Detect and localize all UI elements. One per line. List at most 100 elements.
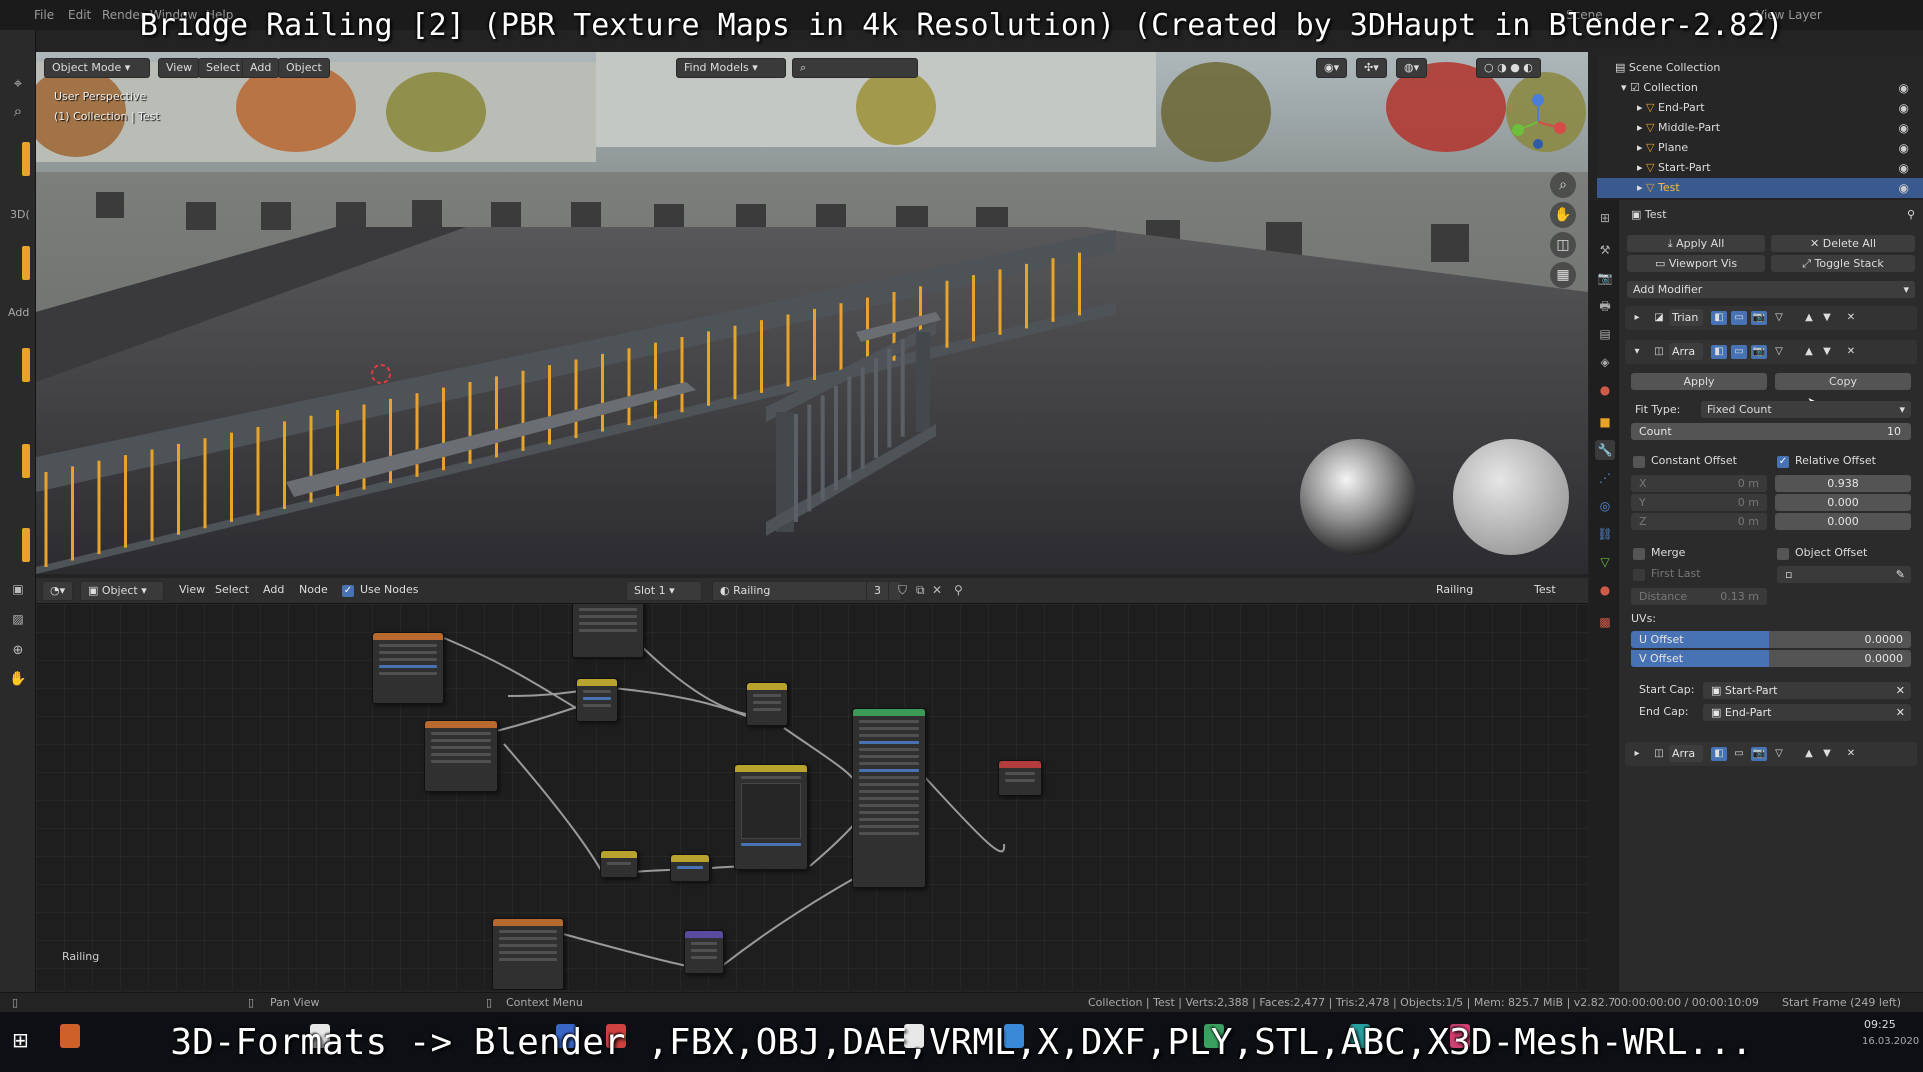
node-math-1[interactable]	[600, 850, 638, 878]
find-models-dropdown[interactable]: Find Models ▾	[676, 58, 786, 78]
duplicate-material-icon[interactable]: ⧉	[916, 583, 925, 598]
toggle-stack-button[interactable]: ⤢ Toggle Stack	[1771, 255, 1915, 272]
close-icon[interactable]: ✕	[1843, 747, 1859, 761]
eye-icon[interactable]: ◉	[1899, 138, 1909, 158]
overlay-icon[interactable]: ◍▾	[1396, 58, 1428, 78]
distance-field[interactable]: Distance 0.13 m	[1631, 588, 1767, 605]
move-up-icon[interactable]: ▲	[1801, 345, 1817, 359]
ortho-grid-icon[interactable]: ▦	[1550, 262, 1576, 288]
expand-arrow-icon[interactable]: ▸	[1629, 747, 1645, 761]
constant-x-field[interactable]: X 0 m	[1631, 475, 1767, 492]
slot-dropdown[interactable]: Slot 1 ▾	[626, 581, 702, 601]
relative-z-field[interactable]: 0.000	[1775, 513, 1911, 530]
cage-icon[interactable]: ▽	[1771, 345, 1787, 359]
texture-icon[interactable]: ▩	[1595, 612, 1615, 632]
move-up-icon[interactable]: ▲	[1801, 747, 1817, 761]
scene-icon[interactable]: ◈	[1595, 352, 1615, 372]
edit-mode-icon[interactable]: ◧	[1711, 747, 1727, 761]
viewport-display-icon[interactable]: ▭	[1731, 345, 1747, 359]
first-last-checkbox[interactable]	[1633, 569, 1645, 581]
node-image-texture-3[interactable]	[492, 918, 564, 990]
node-editor-type-icon[interactable]: ▣	[6, 578, 30, 600]
viewport-menu-view[interactable]: View	[158, 58, 201, 78]
object-offset-checkbox[interactable]	[1777, 548, 1789, 560]
edit-mode-icon[interactable]: ◧	[1711, 345, 1727, 359]
u-offset-slider[interactable]: U Offset 0.0000	[1631, 631, 1911, 648]
render-icon[interactable]: 📷	[1595, 268, 1615, 288]
move-tool-icon[interactable]	[22, 142, 30, 176]
use-nodes-checkbox[interactable]: ✓	[342, 585, 354, 597]
node-math-2[interactable]	[670, 854, 710, 882]
constant-offset-checkbox[interactable]	[1633, 456, 1645, 468]
copy-button[interactable]: Copy	[1775, 373, 1911, 390]
viewport-display-icon[interactable]: ▭	[1731, 311, 1747, 325]
node-rgb-curves[interactable]	[734, 764, 808, 870]
delete-all-button[interactable]: ✕ Delete All	[1771, 235, 1915, 252]
search-icon[interactable]: ⌕	[6, 100, 30, 122]
shader-type-dropdown[interactable]: ▣ Object ▾	[80, 581, 164, 601]
modifier-triangulate-header[interactable]: ▸ ◪ Trian ◧ ▭ 📷 ▽ ▲ ▼ ✕	[1625, 306, 1917, 330]
cage-icon[interactable]: ▽	[1771, 747, 1787, 761]
zoom-view-icon[interactable]: ⌕	[1550, 172, 1576, 198]
offset-object-field[interactable]: ▫ ✎	[1777, 566, 1911, 583]
node-principled-bsdf[interactable]	[852, 708, 926, 888]
clear-icon[interactable]: ✕	[1896, 682, 1905, 699]
modifier-name-field[interactable]: Trian	[1669, 309, 1703, 326]
pan-view-icon[interactable]: ✋	[1550, 202, 1576, 228]
render-display-icon[interactable]: 📷	[1751, 747, 1767, 761]
pin-icon[interactable]: ⚲	[1907, 206, 1915, 224]
fit-type-dropdown[interactable]: Fixed Count ▾	[1701, 401, 1911, 418]
zoom-icon[interactable]: ⊕	[6, 640, 30, 662]
physics-icon[interactable]: ◎	[1595, 496, 1615, 516]
hand-icon[interactable]: ✋	[6, 668, 30, 690]
cursor-tool-icon[interactable]: ⌖	[6, 72, 30, 94]
eyedropper-icon[interactable]: ✎	[1896, 566, 1905, 583]
viewport-display-icon[interactable]: ▭	[1731, 747, 1747, 761]
outliner-item[interactable]: ▸ ▽ Middle-Part ◉	[1597, 118, 1923, 138]
tool-settings-icon[interactable]: ⚒	[1595, 240, 1615, 260]
data-icon[interactable]: ▽	[1595, 552, 1615, 572]
add-modifier-dropdown[interactable]: Add Modifier ▾	[1627, 281, 1915, 298]
object-icon[interactable]: ■	[1595, 412, 1615, 432]
modifier-name-field[interactable]: Arra	[1669, 745, 1703, 762]
node-mix-1[interactable]	[576, 678, 618, 722]
count-field[interactable]: Count 10	[1631, 423, 1911, 440]
material-user-count[interactable]: 3	[866, 581, 889, 601]
world-icon[interactable]: ●	[1595, 380, 1615, 400]
node-image-texture-1[interactable]	[372, 632, 444, 704]
constant-z-field[interactable]: Z 0 m	[1631, 513, 1767, 530]
image-icon[interactable]: ▨	[6, 608, 30, 630]
cage-icon[interactable]: ▽	[1771, 311, 1787, 325]
viewport-menu-add[interactable]: Add	[242, 58, 280, 78]
node-normal-map[interactable]	[684, 930, 724, 974]
v-offset-slider[interactable]: V Offset 0.0000	[1631, 650, 1911, 667]
outliner-item[interactable]: ▸ ▽ Plane ◉	[1597, 138, 1923, 158]
node-menu-node[interactable]: Node	[292, 581, 335, 601]
eye-icon[interactable]: ◉	[1899, 158, 1909, 178]
visibility-icon[interactable]: ◉▾	[1316, 58, 1348, 78]
transform-tool-icon[interactable]	[22, 444, 30, 478]
node-texture-coordinate[interactable]	[572, 604, 644, 658]
relative-offset-checkbox[interactable]: ✓	[1777, 456, 1789, 468]
node-mix-2[interactable]	[746, 682, 788, 726]
search-input[interactable]: ⌕	[792, 58, 918, 78]
collapse-arrow-icon[interactable]: ▾	[1629, 345, 1645, 359]
move-down-icon[interactable]: ▼	[1819, 747, 1835, 761]
node-menu-select[interactable]: Select	[208, 581, 256, 601]
camera-view-icon[interactable]: ◫	[1550, 232, 1576, 258]
outliner-item[interactable]: ▸ ▽ Start-Part ◉	[1597, 158, 1923, 178]
axis-gizmo[interactable]	[1508, 92, 1568, 152]
move-down-icon[interactable]: ▼	[1819, 345, 1835, 359]
editor-type-icon[interactable]: ◔▾	[42, 581, 74, 601]
annotate-tool-icon[interactable]	[22, 528, 30, 562]
outliner-item[interactable]: ▸ ▽ End-Part ◉	[1597, 98, 1923, 118]
end-cap-field[interactable]: ▣ End-Part ✕	[1703, 704, 1911, 721]
node-menu-add[interactable]: Add	[256, 581, 291, 601]
viewport-menu-object[interactable]: Object	[278, 58, 330, 78]
shading-mode-icons[interactable]: ○ ◑ ● ◐	[1476, 58, 1541, 78]
eye-icon[interactable]: ◉	[1899, 178, 1909, 198]
3d-viewport[interactable]	[36, 52, 1588, 574]
close-icon[interactable]: ✕	[1843, 345, 1859, 359]
modifier-wrench-icon[interactable]: 🔧	[1595, 440, 1615, 460]
outliner-collection[interactable]: ▾ ☑ Collection ◉	[1597, 78, 1923, 98]
